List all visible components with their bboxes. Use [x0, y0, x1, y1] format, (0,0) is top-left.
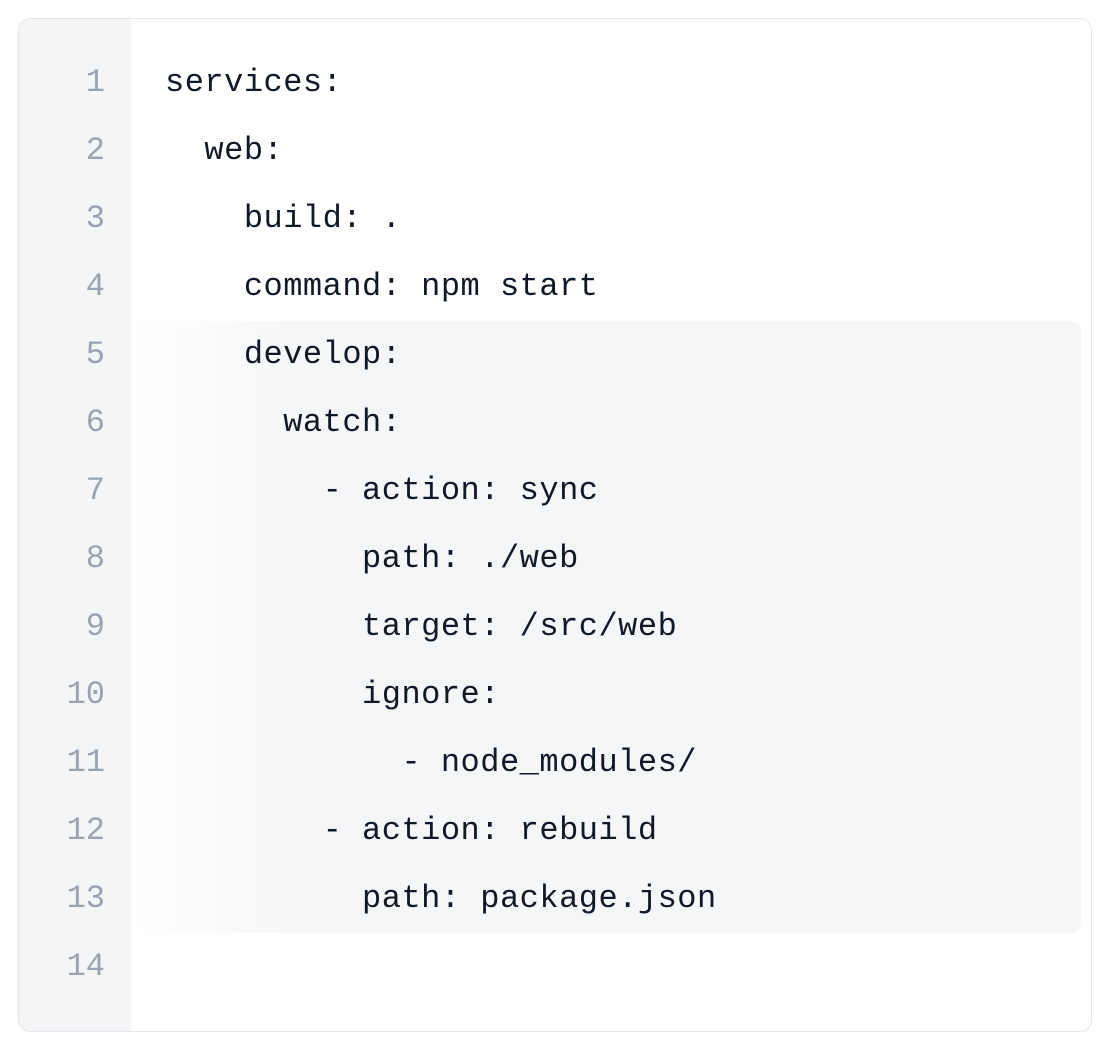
code-text: - node_modules/ — [165, 744, 697, 781]
line-number: 10 — [19, 661, 131, 729]
line-number: 7 — [19, 457, 131, 525]
code-text: develop: — [165, 336, 401, 373]
code-line: path: package.json — [165, 865, 1071, 933]
line-number: 6 — [19, 389, 131, 457]
code-text: command: npm start — [165, 268, 598, 305]
code-text: target: /src/web — [165, 608, 677, 645]
line-number: 9 — [19, 593, 131, 661]
code-line: ignore: — [165, 661, 1071, 729]
code-line: watch: — [165, 389, 1071, 457]
code-text: path: ./web — [165, 540, 579, 577]
line-number: 13 — [19, 865, 131, 933]
code-line: - action: sync — [165, 457, 1071, 525]
code-line: - action: rebuild — [165, 797, 1071, 865]
line-number: 5 — [19, 321, 131, 389]
code-line: command: npm start — [165, 253, 1071, 321]
code-line: web: — [165, 117, 1071, 185]
code-line — [165, 933, 1071, 1001]
line-number: 4 — [19, 253, 131, 321]
code-text: - action: sync — [165, 472, 598, 509]
code-text: ignore: — [165, 676, 500, 713]
code-text: watch: — [165, 404, 401, 441]
code-text: services: — [165, 64, 342, 101]
code-text: path: package.json — [165, 880, 717, 917]
line-number: 11 — [19, 729, 131, 797]
line-number: 14 — [19, 933, 131, 1001]
code-line: path: ./web — [165, 525, 1071, 593]
line-number: 2 — [19, 117, 131, 185]
code-line: services: — [165, 49, 1071, 117]
line-number: 8 — [19, 525, 131, 593]
line-number: 1 — [19, 49, 131, 117]
code-line: target: /src/web — [165, 593, 1071, 661]
code-line: develop: — [165, 321, 1071, 389]
code-text: build: . — [165, 200, 401, 237]
code-area[interactable]: services: web: build: . command: npm sta… — [131, 19, 1091, 1031]
code-text: web: — [165, 132, 283, 169]
line-number: 3 — [19, 185, 131, 253]
code-line: build: . — [165, 185, 1071, 253]
code-block: 1 2 3 4 5 6 7 8 9 10 11 12 13 14 service… — [18, 18, 1092, 1032]
code-line: - node_modules/ — [165, 729, 1071, 797]
line-number-gutter: 1 2 3 4 5 6 7 8 9 10 11 12 13 14 — [19, 19, 131, 1031]
code-text: - action: rebuild — [165, 812, 658, 849]
line-number: 12 — [19, 797, 131, 865]
